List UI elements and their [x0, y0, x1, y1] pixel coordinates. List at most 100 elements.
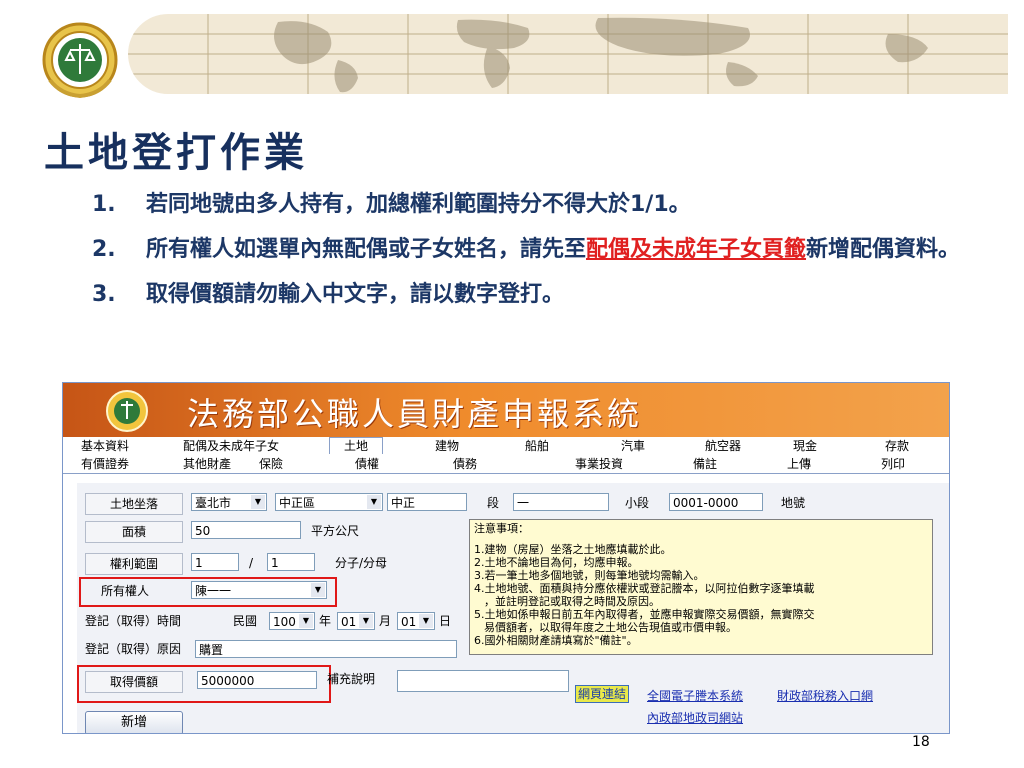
land-number-label: 地號	[781, 496, 806, 510]
section-input[interactable]: 一	[513, 493, 609, 511]
chevron-down-icon: ▼	[367, 495, 381, 509]
tab-basic-info[interactable]: 基本資料	[81, 438, 129, 454]
area-input[interactable]: 50	[191, 521, 301, 539]
notes-line: ，並註明登記或取得之時間及原因。	[484, 595, 660, 608]
list-item: 2. 所有權人如選單內無配偶或子女姓名，請先至配偶及未成年子女頁籤新增配偶資料。	[92, 227, 972, 272]
tab-cash[interactable]: 現金	[793, 438, 817, 454]
rights-unit: 分子/分母	[335, 556, 388, 570]
day-select[interactable]: 01 ▼	[397, 612, 435, 630]
tab-row-2: 有價證券 其他財產 保險 債權 債務 事業投資 備註 上傳 列印	[63, 455, 949, 474]
list-number: 2.	[92, 237, 116, 262]
tab-securities[interactable]: 有價證券	[81, 456, 129, 472]
slide-header	[0, 0, 1024, 100]
section-label: 段	[487, 496, 500, 510]
tab-car[interactable]: 汽車	[621, 438, 645, 454]
tab-debts[interactable]: 債務	[453, 456, 477, 472]
owner-select[interactable]: 陳一一 ▼	[191, 581, 327, 599]
year-select[interactable]: 100 ▼	[269, 612, 315, 630]
tab-building[interactable]: 建物	[435, 438, 459, 454]
owner-value: 陳一一	[195, 584, 232, 598]
list-text: 若同地號由多人持有，加總權利範圍持分不得大於1/1。	[146, 192, 691, 217]
price-label: 取得價額	[85, 671, 183, 693]
price-input[interactable]: 5000000	[197, 671, 317, 689]
page-number: 18	[912, 734, 930, 750]
city-select[interactable]: 臺北市 ▼	[191, 493, 267, 511]
list-text: 新增配偶資料。	[806, 237, 961, 262]
system-banner: 法務部公職人員財產申報系統	[63, 383, 949, 437]
notes-spacer	[474, 535, 928, 543]
notes-line: 5.土地如係申報日前五年內取得者，並應申報實際交易價額，無實際交	[474, 608, 815, 621]
rights-label: 權利範圍	[85, 553, 183, 575]
tab-aircraft[interactable]: 航空器	[705, 438, 741, 454]
supplement-input[interactable]	[397, 670, 569, 692]
spouse-tab-link[interactable]: 配偶及未成年子女頁籤	[586, 237, 806, 262]
world-map-decoration	[128, 14, 1008, 94]
era-label: 民國	[233, 614, 258, 628]
tab-land[interactable]: 土地	[329, 437, 384, 454]
notes-title: 注意事項：	[474, 522, 529, 535]
owner-label: 所有權人	[101, 584, 150, 598]
date-label: 登記（取得）時間	[85, 614, 182, 628]
district-value: 中正區	[279, 496, 316, 510]
notes-line: 3.若一筆土地多個地號，則每筆地號均需輸入。	[474, 569, 705, 582]
link-mof-tax-portal[interactable]: 財政部稅務入口網	[777, 687, 873, 704]
location-label: 土地坐落	[85, 493, 183, 515]
month-label: 月	[379, 614, 392, 628]
chevron-down-icon: ▼	[359, 614, 373, 628]
area-label: 面積	[85, 521, 183, 543]
notes-line: 易價額者，以取得年度之土地公告現值或市價申報。	[484, 621, 737, 634]
link-moi-land-dept[interactable]: 內政部地政司網站	[647, 709, 743, 726]
day-value: 01	[401, 615, 417, 629]
tab-other-property[interactable]: 其他財產	[183, 456, 231, 472]
emblem-seal-icon	[42, 22, 118, 99]
year-label: 年	[319, 614, 332, 628]
notes-box: 注意事項： 1.建物（房屋）坐落之土地應填載於此。 2.土地不論地目為何，均應申…	[469, 519, 933, 655]
tab-row-1: 基本資料 配偶及未成年子女 土地 建物 船舶 汽車 航空器 現金 存款	[63, 437, 949, 455]
web-links-label: 網頁連結	[575, 685, 630, 703]
tab-remarks[interactable]: 備註	[693, 456, 717, 472]
list-item: 3. 取得價額請勿輸入中文字，請以數字登打。	[92, 272, 972, 317]
world-map-icon	[128, 14, 1008, 94]
notes-line: 6.國外相關財產請填寫於"備註"。	[474, 634, 638, 647]
chevron-down-icon: ▼	[311, 583, 325, 597]
reason-label: 登記（取得）原因	[85, 642, 182, 656]
tab-insurance[interactable]: 保險	[259, 456, 283, 472]
month-value: 01	[341, 615, 357, 629]
tab-ship[interactable]: 船舶	[525, 438, 549, 454]
notes-line: 2.土地不論地目為何，均應申報。	[474, 556, 639, 569]
notes-line: 1.建物（房屋）坐落之土地應填載於此。	[474, 543, 672, 556]
link-national-e-transcript[interactable]: 全國電子謄本系統	[647, 687, 743, 704]
slide-title: 土地登打作業	[44, 129, 308, 176]
notes-line: 4.土地地號、面積與持分應依權狀或登記謄本，以阿拉伯數字逐筆填載	[474, 582, 815, 595]
tab-print[interactable]: 列印	[881, 456, 905, 472]
list-item: 1. 若同地號由多人持有，加總權利範圍持分不得大於1/1。	[92, 182, 972, 227]
chevron-down-icon: ▼	[419, 614, 433, 628]
tab-spouse-children[interactable]: 配偶及未成年子女	[183, 438, 279, 454]
month-select[interactable]: 01 ▼	[337, 612, 375, 630]
list-text: 所有權人如選單內無配偶或子女姓名，請先至	[146, 237, 587, 262]
district-select[interactable]: 中正區 ▼	[275, 493, 383, 511]
instruction-list: 1. 若同地號由多人持有，加總權利範圍持分不得大於1/1。 2. 所有權人如選單…	[92, 182, 972, 317]
chevron-down-icon: ▼	[251, 495, 265, 509]
tab-upload[interactable]: 上傳	[787, 456, 811, 472]
supplement-label: 補充說明	[327, 672, 376, 686]
tab-deposit[interactable]: 存款	[885, 438, 909, 454]
rights-denominator-input[interactable]: 1	[267, 553, 315, 571]
chevron-down-icon: ▼	[299, 614, 313, 628]
app-window: 法務部公職人員財產申報系統 基本資料 配偶及未成年子女 土地 建物 船舶 汽車 …	[62, 382, 950, 734]
subsection-label: 小段	[625, 496, 650, 510]
add-button[interactable]: 新增	[85, 711, 183, 733]
reason-input[interactable]: 購置	[195, 640, 457, 658]
emblem-seal-icon	[106, 390, 148, 432]
land-number-input[interactable]: 0001-0000	[669, 493, 763, 511]
tab-business-investment[interactable]: 事業投資	[575, 456, 623, 472]
rights-numerator-input[interactable]: 1	[191, 553, 239, 571]
area-unit: 平方公尺	[311, 524, 360, 538]
system-title: 法務部公職人員財產申報系統	[187, 395, 643, 433]
day-label: 日	[439, 614, 452, 628]
rights-separator: /	[249, 556, 254, 570]
tab-claims[interactable]: 債權	[355, 456, 379, 472]
list-number: 3.	[92, 282, 116, 307]
list-text: 取得價額請勿輸入中文字，請以數字登打。	[146, 282, 565, 307]
area-name-input[interactable]: 中正	[387, 493, 467, 511]
